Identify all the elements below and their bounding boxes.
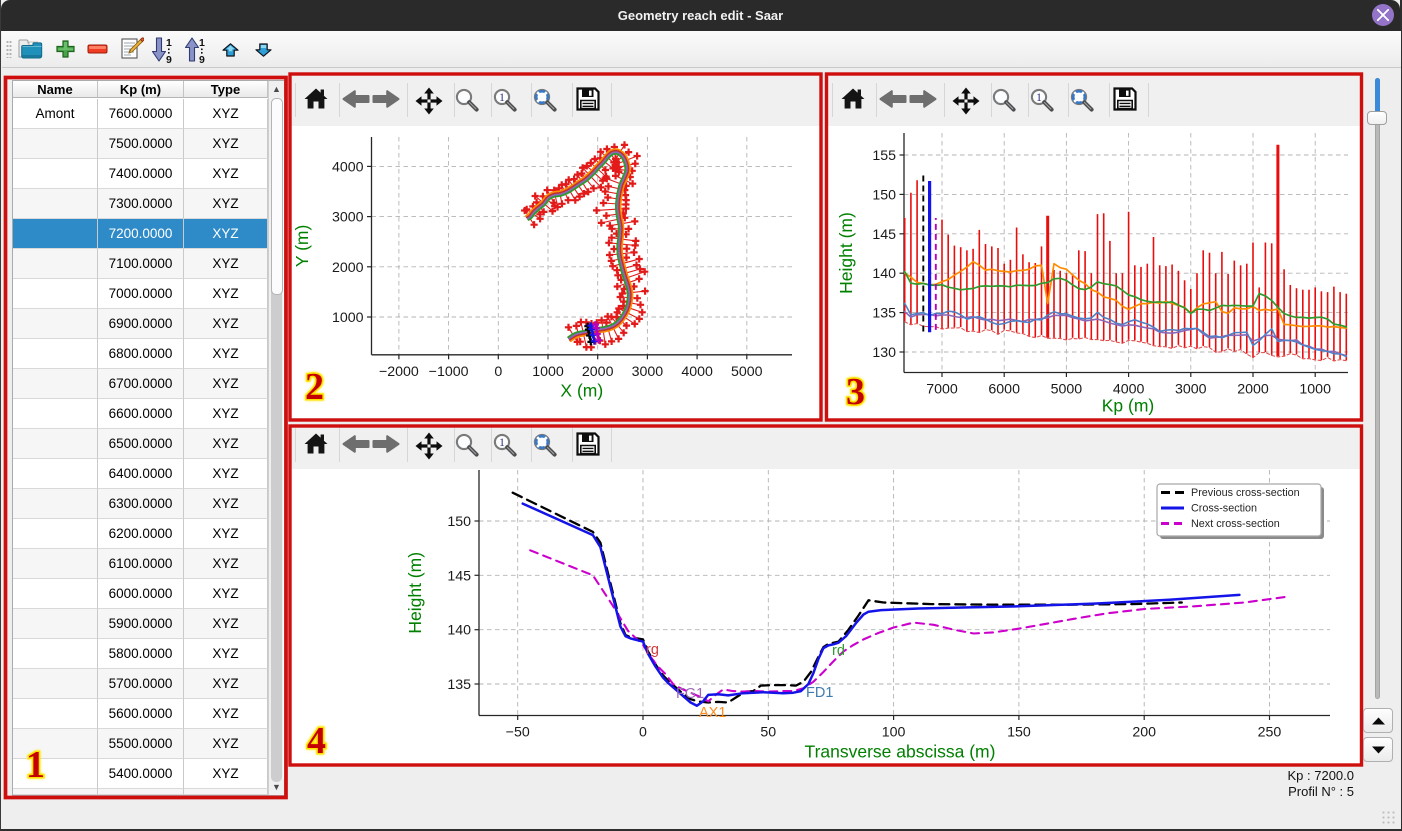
svg-text:9: 9 bbox=[166, 54, 172, 63]
svg-text:1: 1 bbox=[199, 37, 205, 49]
svg-text:1: 1 bbox=[499, 437, 505, 449]
svg-text:9: 9 bbox=[199, 54, 205, 63]
svg-text:1: 1 bbox=[1036, 92, 1042, 104]
svg-text:1: 1 bbox=[166, 37, 172, 49]
svg-text:1: 1 bbox=[499, 92, 505, 104]
